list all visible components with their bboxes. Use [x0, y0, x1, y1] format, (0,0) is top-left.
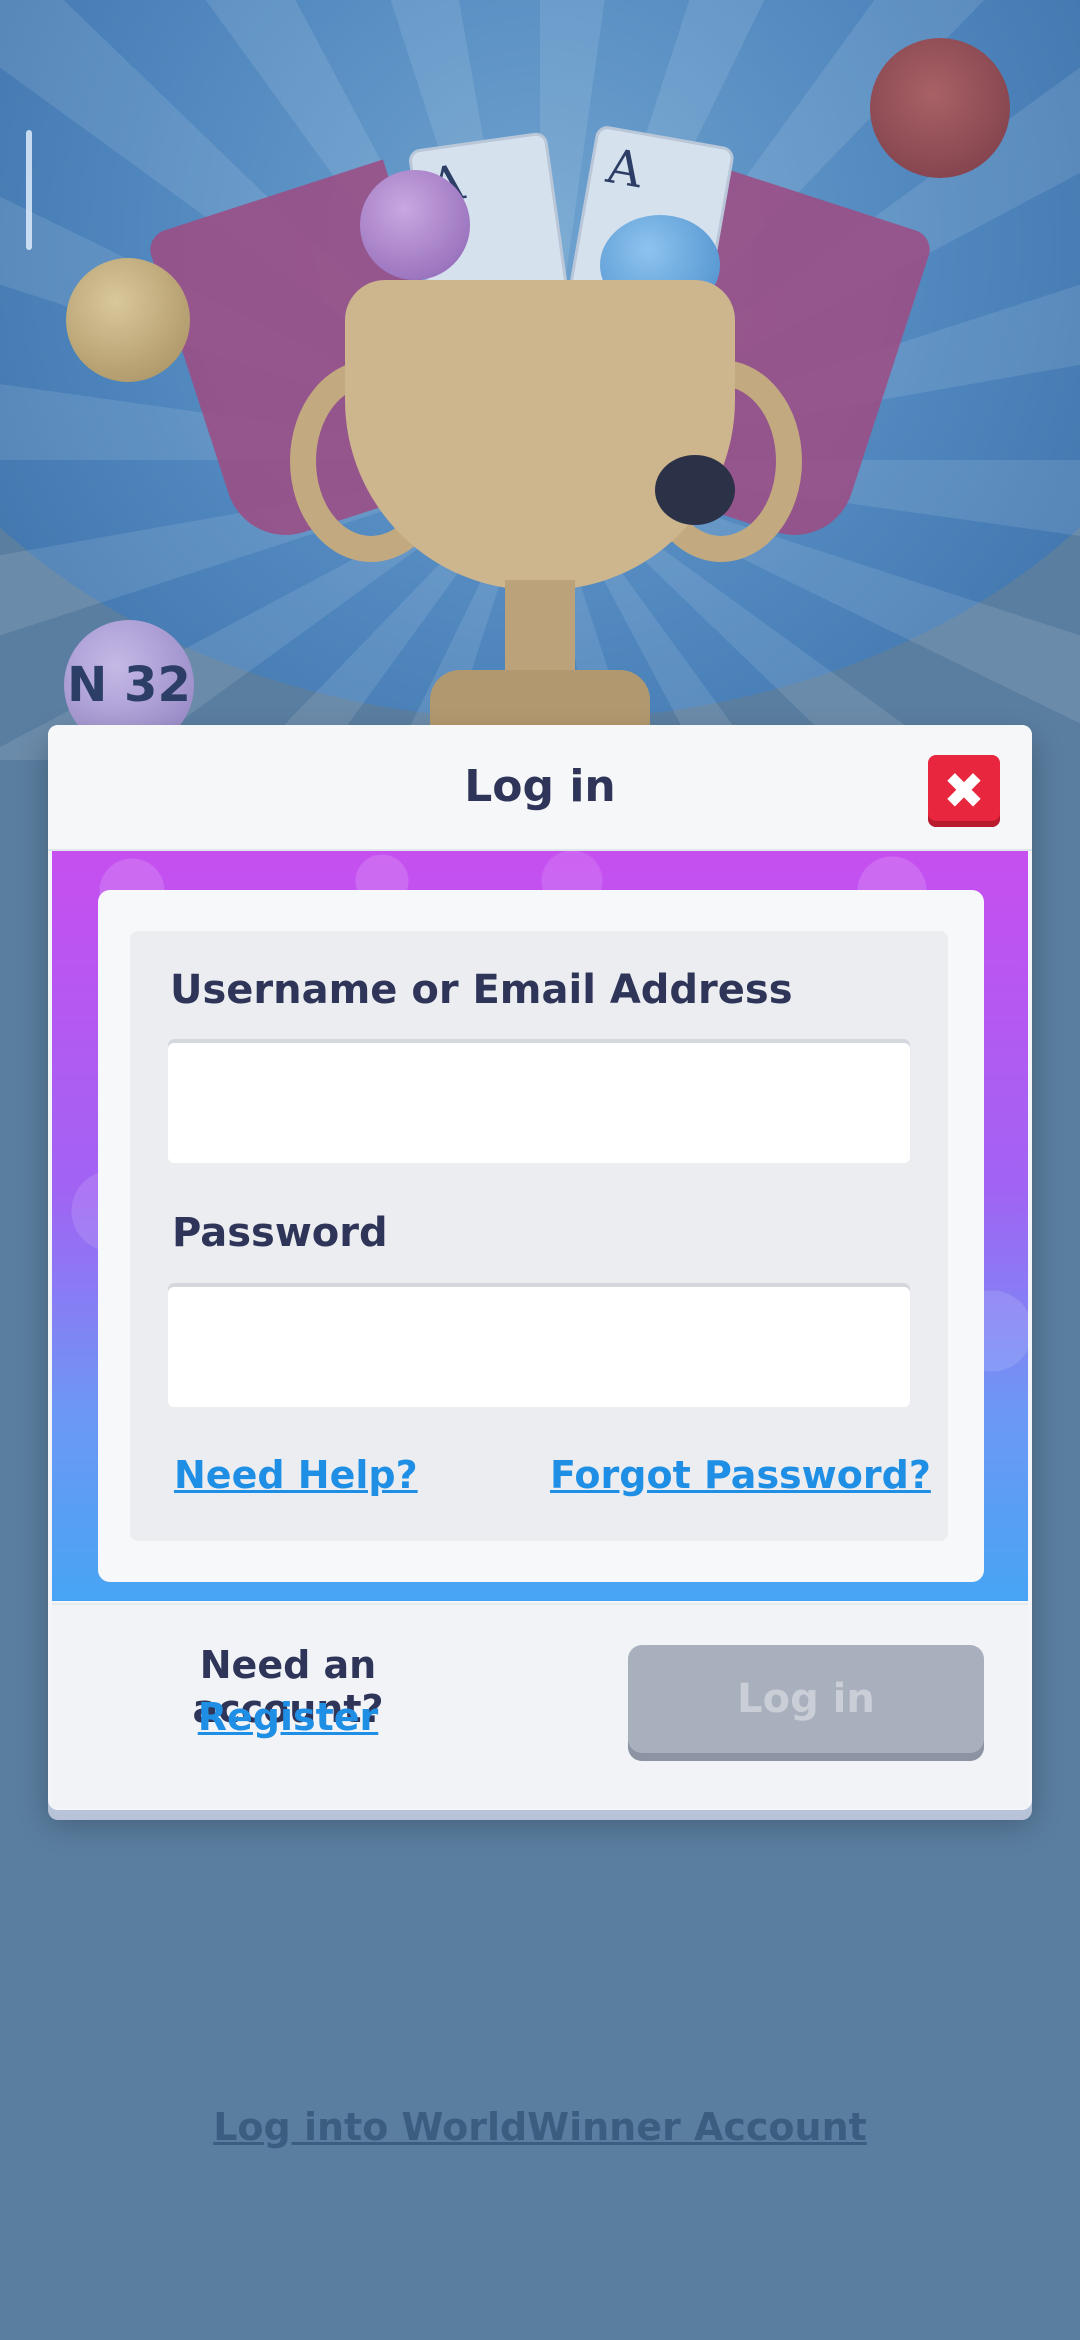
modal-title: Log in	[464, 761, 616, 812]
login-modal: Log in ✖ Username or Email Address Passw…	[48, 725, 1032, 1810]
worldwinner-login-link[interactable]: Log into WorldWinner Account	[213, 2105, 867, 2149]
close-button[interactable]: ✖	[928, 755, 1000, 827]
register-link[interactable]: Register	[198, 1695, 379, 1739]
forgot-password-link[interactable]: Forgot Password?	[550, 1453, 931, 1497]
background-game-art: A A N 32	[0, 0, 1080, 760]
worldwinner-login-wrap: Log into WorldWinner Account	[0, 2105, 1080, 2149]
jelly-orb-icon	[360, 170, 470, 280]
username-label: Username or Email Address	[170, 967, 793, 1013]
scroll-indicator	[26, 130, 32, 250]
spider-icon	[655, 455, 735, 525]
register-link-wrap: Register	[128, 1695, 448, 1739]
need-help-link[interactable]: Need Help?	[174, 1453, 418, 1497]
login-button[interactable]: Log in	[628, 1645, 984, 1761]
modal-header: Log in ✖	[48, 725, 1032, 851]
password-label: Password	[172, 1210, 388, 1256]
password-input[interactable]	[168, 1283, 910, 1407]
close-icon: ✖	[943, 762, 985, 820]
username-input[interactable]	[168, 1039, 910, 1163]
angry-bird-icon	[870, 38, 1010, 178]
pool-ball-icon	[66, 258, 190, 382]
